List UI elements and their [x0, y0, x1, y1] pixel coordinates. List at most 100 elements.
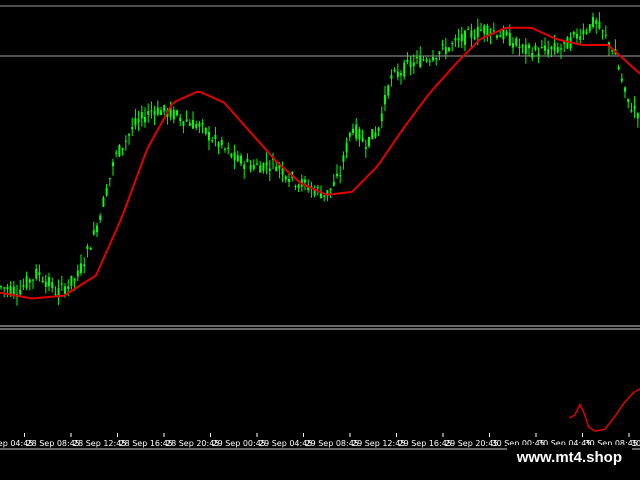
candle-body — [230, 153, 233, 158]
candle-body — [80, 263, 82, 273]
candle-body — [339, 175, 342, 177]
candle-body — [633, 105, 636, 110]
candle-body — [499, 35, 502, 38]
candle-body — [243, 164, 246, 169]
candle-body — [371, 129, 374, 140]
candle-body — [473, 37, 476, 39]
candle-body — [297, 184, 300, 188]
candle-body — [457, 37, 460, 41]
candle-body — [163, 105, 166, 112]
candle-body — [355, 124, 358, 139]
candle-body — [35, 269, 38, 279]
candle-body — [304, 179, 306, 183]
candle-body — [262, 163, 265, 171]
candle-body — [393, 69, 396, 71]
candle-body — [316, 186, 319, 189]
candle-body — [380, 113, 383, 122]
candle-body — [624, 87, 626, 92]
candle-body — [374, 132, 377, 138]
candle-body — [502, 29, 505, 40]
candle-body — [240, 155, 242, 164]
candle-body — [220, 140, 223, 146]
time-tick-label: 28 Sep 20:45 — [166, 439, 219, 448]
candle-body — [217, 142, 220, 148]
candle-body — [352, 128, 354, 133]
candle-body — [454, 38, 457, 41]
candle-body — [384, 95, 386, 105]
candle-body — [419, 56, 422, 67]
candle-body — [118, 144, 121, 157]
candle-body — [505, 31, 508, 35]
candle-body — [204, 128, 207, 134]
candle-body — [67, 286, 70, 289]
candle-body — [99, 215, 102, 220]
candle-body — [54, 293, 57, 295]
candle-body — [396, 71, 399, 77]
candle-body — [361, 138, 364, 142]
candle-body — [377, 127, 380, 131]
candle-body — [108, 177, 111, 179]
candle-body — [448, 47, 450, 51]
time-tick-label: 29 Sep 00:45 — [213, 439, 266, 448]
candle-body — [51, 282, 54, 288]
candle-body — [406, 59, 409, 63]
candle-body — [409, 61, 412, 67]
candle-body — [345, 143, 348, 153]
candle-body — [236, 155, 239, 162]
candle-body — [41, 280, 44, 283]
candle-body — [208, 132, 210, 141]
candle-body — [547, 49, 550, 55]
candle-body — [185, 119, 188, 121]
candle-body — [483, 25, 486, 34]
candle-body — [105, 187, 108, 196]
candle-body — [268, 168, 271, 172]
candle-body — [348, 132, 351, 137]
candle-body — [521, 44, 524, 47]
candle-body — [64, 286, 66, 294]
candle-body — [432, 57, 434, 61]
candle-body — [227, 147, 230, 149]
candle-body — [128, 134, 130, 136]
candle-body — [176, 110, 178, 116]
candle-body — [182, 121, 185, 126]
candle-body — [160, 110, 162, 115]
price-chart[interactable]: 28 Sep 04:4528 Sep 08:4528 Sep 12:4528 S… — [0, 0, 640, 480]
candle-body — [134, 118, 137, 126]
candle-body — [124, 140, 127, 142]
candle-body — [92, 230, 95, 235]
candle-body — [531, 53, 534, 58]
candle-body — [198, 123, 201, 127]
candle-body — [57, 288, 60, 296]
candle-body — [604, 34, 607, 36]
candle-body — [441, 43, 444, 46]
candle-body — [96, 225, 98, 233]
candle-body — [508, 32, 511, 46]
candle-body — [259, 165, 262, 173]
candle-body — [566, 37, 569, 49]
time-tick-label: 29 Sep 16:45 — [399, 439, 452, 448]
candle-body — [140, 112, 143, 119]
candle-body — [534, 45, 537, 50]
candle-body — [435, 58, 438, 60]
candle-body — [560, 48, 562, 50]
candle-body — [3, 287, 6, 289]
candle-body — [524, 44, 527, 54]
candle-body — [179, 117, 182, 122]
candle-body — [172, 109, 175, 120]
candle-body — [195, 124, 198, 128]
candle-body — [588, 24, 591, 32]
candle-body — [576, 33, 578, 39]
candle-body — [425, 59, 428, 62]
candle-body — [284, 176, 287, 180]
candle-body — [102, 197, 105, 207]
chart-background — [0, 0, 640, 480]
candle-body — [0, 286, 2, 288]
candle-body — [9, 286, 12, 295]
candle-body — [44, 281, 47, 287]
candle-body — [246, 158, 249, 162]
candle-body — [188, 123, 191, 126]
candle-body — [464, 30, 466, 45]
candle-body — [224, 148, 226, 150]
candle-body — [617, 67, 620, 69]
candle-body — [153, 110, 156, 116]
